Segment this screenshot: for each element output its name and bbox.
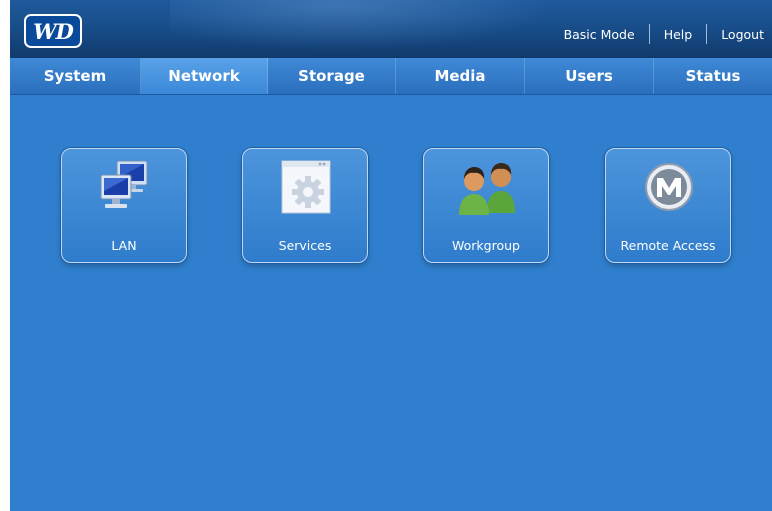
lan-tile[interactable]: LAN <box>61 148 187 263</box>
remote-access-label: Remote Access <box>620 238 716 253</box>
tab-system[interactable]: System <box>10 58 141 94</box>
tab-users[interactable]: Users <box>525 58 654 94</box>
main-nav: System Network Storage Media Users Statu… <box>10 58 772 95</box>
lan-label: LAN <box>111 238 137 253</box>
basic-mode-link[interactable]: Basic Mode <box>550 27 649 42</box>
wd-logo: WD <box>24 14 82 48</box>
top-links: Basic Mode Help Logout <box>550 24 764 44</box>
services-tile[interactable]: Services <box>242 148 368 263</box>
users-icon <box>459 163 515 215</box>
tab-network[interactable]: Network <box>141 58 268 94</box>
remote-access-m-icon <box>645 163 693 211</box>
app-frame: WD Basic Mode Help Logout System Network… <box>10 0 772 511</box>
tab-storage[interactable]: Storage <box>268 58 396 94</box>
tab-status[interactable]: Status <box>654 58 772 94</box>
computers-icon <box>100 160 148 208</box>
help-link[interactable]: Help <box>650 27 707 42</box>
services-label: Services <box>278 238 332 253</box>
gear-icon <box>281 160 331 214</box>
workgroup-label: Workgroup <box>452 238 520 253</box>
workgroup-tile[interactable]: Workgroup <box>423 148 549 263</box>
header-bar: WD Basic Mode Help Logout <box>10 0 772 58</box>
logout-link[interactable]: Logout <box>707 27 764 42</box>
tab-media[interactable]: Media <box>396 58 525 94</box>
remote-access-tile[interactable]: Remote Access <box>605 148 731 263</box>
